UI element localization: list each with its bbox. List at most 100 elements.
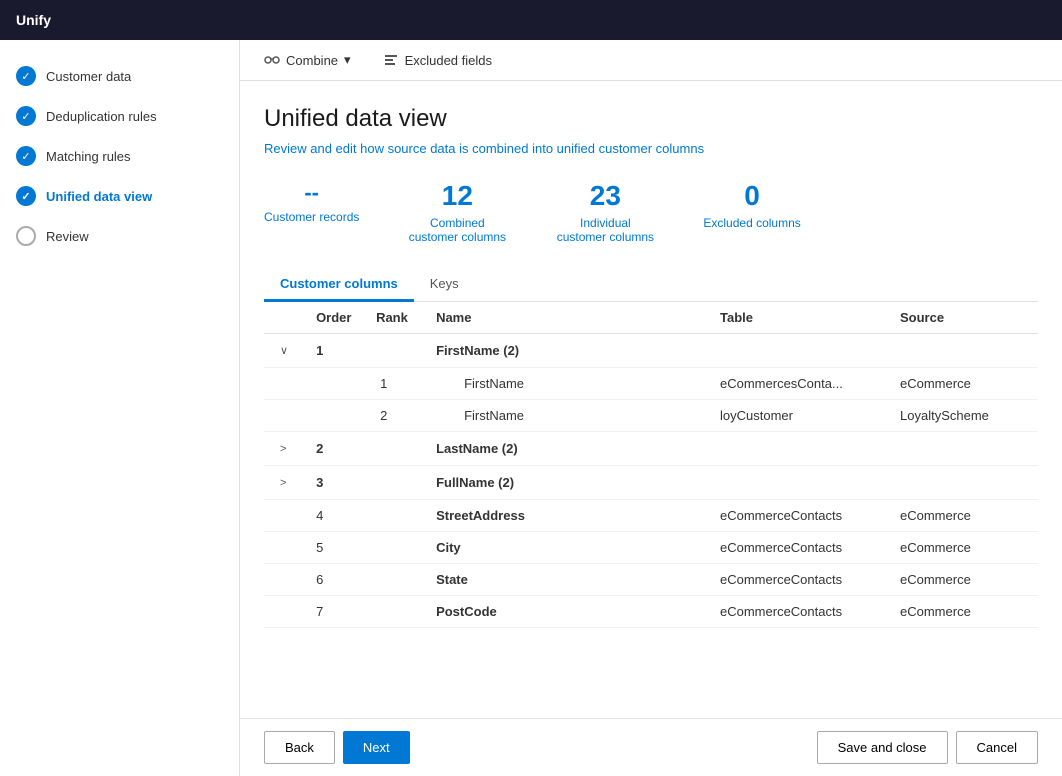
- source-cell: eCommerce: [888, 368, 1038, 400]
- stat-value-combined-columns: 12: [407, 180, 507, 212]
- rank-cell: [364, 500, 424, 532]
- rank-cell: [364, 466, 424, 500]
- name-cell: FirstName: [424, 368, 708, 400]
- source-cell: eCommerce: [888, 532, 1038, 564]
- footer-right: Save and close Cancel: [817, 731, 1038, 764]
- stat-value-excluded-columns: 0: [703, 180, 800, 212]
- table-body: ∨ 1 FirstName (2) 1 FirstName eCommerces…: [264, 334, 1038, 628]
- rank-cell: [364, 596, 424, 628]
- cancel-button[interactable]: Cancel: [956, 731, 1038, 764]
- sidebar-item-deduplication-rules[interactable]: ✓ Deduplication rules: [0, 96, 239, 136]
- name-cell: City: [424, 532, 708, 564]
- back-label: Back: [285, 740, 314, 755]
- order-cell: [304, 368, 364, 400]
- expand-cell: [264, 500, 304, 532]
- table-cell: [708, 432, 888, 466]
- app-title-bar: Unify: [0, 0, 1062, 40]
- next-label: Next: [363, 740, 390, 755]
- name-cell: StreetAddress: [424, 500, 708, 532]
- col-header-name: Name: [424, 302, 708, 334]
- col-header-source: Source: [888, 302, 1038, 334]
- source-cell: LoyaltyScheme: [888, 400, 1038, 432]
- subtitle: Review and edit how source data is combi…: [264, 141, 1038, 156]
- stat-value-customer-records: --: [264, 180, 359, 206]
- excluded-fields-label: Excluded fields: [405, 53, 492, 68]
- main-layout: ✓ Customer data ✓ Deduplication rules ✓ …: [0, 40, 1062, 776]
- order-cell: 7: [304, 596, 364, 628]
- table-row: ∨ 1 FirstName (2): [264, 334, 1038, 368]
- sidebar-item-unified-data-view[interactable]: ✓ Unified data view: [0, 176, 239, 216]
- cancel-label: Cancel: [977, 740, 1017, 755]
- expand-cell: >: [264, 466, 304, 500]
- table-cell: eCommerceContacts: [708, 532, 888, 564]
- table-cell: [708, 334, 888, 368]
- stat-customer-records: -- Customer records: [264, 180, 359, 244]
- rank-cell: 1: [364, 368, 424, 400]
- source-cell: [888, 432, 1038, 466]
- tabs-bar: Customer columns Keys: [264, 268, 1038, 302]
- table-cell: eCommerceContacts: [708, 596, 888, 628]
- expand-cell: ∨: [264, 334, 304, 368]
- sidebar-label-customer-data: Customer data: [46, 69, 131, 84]
- rank-cell: [364, 334, 424, 368]
- source-cell: eCommerce: [888, 596, 1038, 628]
- expand-cell: [264, 400, 304, 432]
- expand-cell: [264, 368, 304, 400]
- order-cell: [304, 400, 364, 432]
- sidebar-item-review[interactable]: Review: [0, 216, 239, 256]
- order-cell: 4: [304, 500, 364, 532]
- combine-button[interactable]: Combine ▾: [256, 48, 359, 72]
- col-header-expand: [264, 302, 304, 334]
- table-row: 2 FirstName loyCustomer LoyaltyScheme: [264, 400, 1038, 432]
- expand-cell: [264, 596, 304, 628]
- order-cell: 1: [304, 334, 364, 368]
- table-cell: loyCustomer: [708, 400, 888, 432]
- customer-columns-table: Order Rank Name Table: [264, 302, 1038, 628]
- tab-keys[interactable]: Keys: [414, 268, 475, 302]
- combine-label: Combine: [286, 53, 338, 68]
- source-cell: [888, 334, 1038, 368]
- sidebar-item-matching-rules[interactable]: ✓ Matching rules: [0, 136, 239, 176]
- main-content: Unified data view Review and edit how so…: [240, 81, 1062, 718]
- expand-cell: [264, 564, 304, 596]
- expand-button[interactable]: ∨: [276, 342, 292, 359]
- table-cell: eCommercesConta...: [708, 368, 888, 400]
- order-cell: 2: [304, 432, 364, 466]
- page-title: Unified data view: [264, 105, 1038, 133]
- save-close-button[interactable]: Save and close: [817, 731, 948, 764]
- name-cell: PostCode: [424, 596, 708, 628]
- table-row: > 2 LastName (2): [264, 432, 1038, 466]
- stat-label-individual-columns: Individual customer columns: [555, 216, 655, 244]
- stat-excluded-columns: 0 Excluded columns: [703, 180, 800, 244]
- tab-customer-columns[interactable]: Customer columns: [264, 268, 414, 302]
- order-cell: 3: [304, 466, 364, 500]
- expand-button[interactable]: >: [276, 475, 290, 491]
- stat-label-customer-records: Customer records: [264, 210, 359, 224]
- tab-customer-columns-label: Customer columns: [280, 276, 398, 291]
- stat-combined-columns: 12 Combined customer columns: [407, 180, 507, 244]
- tab-keys-label: Keys: [430, 276, 459, 291]
- table-row: 5 City eCommerceContacts eCommerce: [264, 532, 1038, 564]
- expand-button[interactable]: >: [276, 441, 290, 457]
- save-close-label: Save and close: [838, 740, 927, 755]
- table-cell: [708, 466, 888, 500]
- stat-value-individual-columns: 23: [555, 180, 655, 212]
- stat-label-excluded-columns: Excluded columns: [703, 216, 800, 230]
- next-button[interactable]: Next: [343, 731, 410, 764]
- order-cell: 6: [304, 564, 364, 596]
- rank-cell: 2: [364, 400, 424, 432]
- excluded-fields-button[interactable]: Excluded fields: [375, 48, 500, 72]
- check-icon-unified-data-view: ✓: [16, 186, 36, 206]
- sidebar: ✓ Customer data ✓ Deduplication rules ✓ …: [0, 40, 240, 776]
- name-cell: FirstName: [424, 400, 708, 432]
- table-row: 6 State eCommerceContacts eCommerce: [264, 564, 1038, 596]
- combine-icon: [264, 52, 280, 68]
- check-icon-matching-rules: ✓: [16, 146, 36, 166]
- circle-icon-review: [16, 226, 36, 246]
- table-row: 4 StreetAddress eCommerceContacts eComme…: [264, 500, 1038, 532]
- source-cell: [888, 466, 1038, 500]
- back-button[interactable]: Back: [264, 731, 335, 764]
- source-cell: eCommerce: [888, 564, 1038, 596]
- sidebar-item-customer-data[interactable]: ✓ Customer data: [0, 56, 239, 96]
- app-title: Unify: [16, 12, 51, 28]
